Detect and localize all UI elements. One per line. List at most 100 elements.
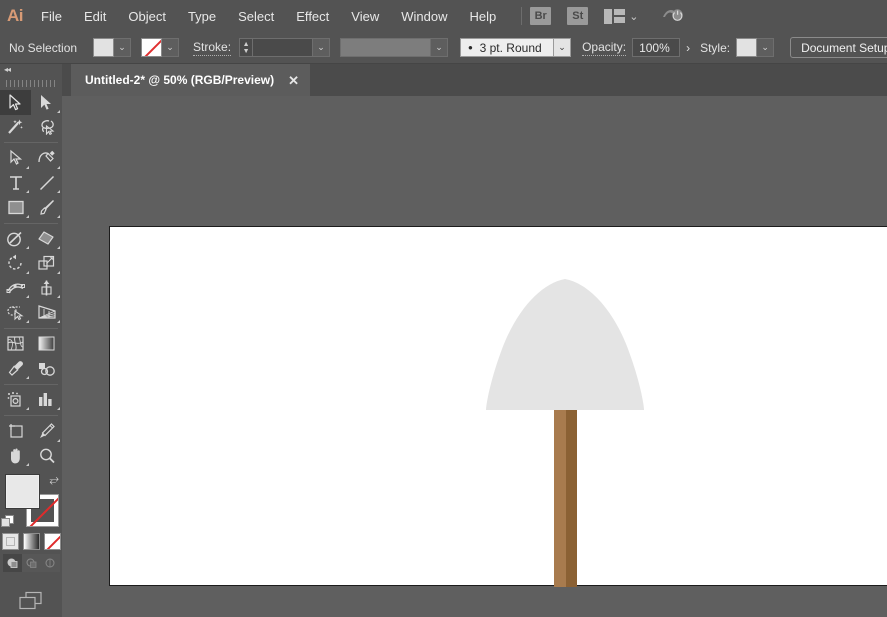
shovel-handle-dark[interactable] [566, 397, 577, 587]
brush-definition-value[interactable]: • 3 pt. Round [460, 38, 554, 57]
artboard-tool[interactable] [0, 419, 31, 444]
menu-view[interactable]: View [340, 0, 390, 32]
tool-row [0, 444, 62, 469]
artboard[interactable] [109, 226, 887, 586]
menu-edit[interactable]: Edit [73, 0, 117, 32]
shaper-tool[interactable] [0, 227, 31, 252]
menubar-divider [521, 7, 522, 25]
mesh-tool[interactable] [0, 332, 31, 357]
menu-file[interactable]: File [30, 0, 73, 32]
stroke-color-control[interactable]: ⌄ [141, 38, 179, 57]
width-profile-control[interactable]: ⌄ [340, 38, 448, 57]
lasso-tool[interactable] [31, 115, 62, 140]
menu-select[interactable]: Select [227, 0, 285, 32]
slice-tool[interactable] [31, 419, 62, 444]
graphic-style-control[interactable]: ⌄ [736, 38, 774, 57]
free-transform-tool[interactable] [31, 276, 62, 301]
swap-fill-stroke-icon[interactable]: ⥂ [49, 472, 59, 487]
symbol-sprayer-tool[interactable] [0, 388, 31, 413]
stroke-swatch-none-icon[interactable] [141, 38, 162, 57]
fill-swatch[interactable] [93, 38, 114, 57]
rectangle-tool[interactable] [0, 195, 31, 220]
stroke-weight-control[interactable]: ▲▼ ⌄ [239, 38, 330, 57]
width-profile-preview[interactable] [340, 38, 431, 57]
draw-normal-button[interactable] [3, 554, 22, 572]
shovel-handle-light[interactable] [554, 397, 566, 587]
opacity-input[interactable]: 100% [632, 38, 680, 57]
width-tool[interactable] [0, 276, 31, 301]
gradient-mode-button[interactable] [23, 533, 40, 550]
line-segment-tool[interactable] [31, 171, 62, 196]
document-tab[interactable]: Untitled-2* @ 50% (RGB/Preview) ✕ [71, 64, 310, 96]
color-mode-button[interactable] [2, 533, 19, 550]
stroke-dropdown-chevron-down-icon[interactable]: ⌄ [162, 38, 179, 57]
column-graph-tool[interactable] [31, 388, 62, 413]
none-mode-button[interactable] [44, 533, 61, 550]
blend-tool[interactable] [31, 356, 62, 381]
pen-tool[interactable] [0, 146, 31, 171]
shape-builder-tool[interactable] [0, 300, 31, 325]
rotate-tool[interactable] [0, 251, 31, 276]
menu-help[interactable]: Help [458, 0, 507, 32]
document-setup-button[interactable]: Document Setup [790, 37, 887, 58]
stroke-weight-chevron-down-icon[interactable]: ⌄ [313, 38, 330, 57]
tool-flyout-indicator-icon [57, 166, 60, 169]
tool-divider [0, 220, 62, 227]
app-logo-icon: Ai [0, 0, 30, 32]
chevron-down-icon[interactable]: ⌄ [629, 10, 638, 23]
menu-effect[interactable]: Effect [285, 0, 340, 32]
color-controls: ⥂ [0, 472, 62, 530]
zoom-tool[interactable] [31, 444, 62, 469]
creative-cloud-icon[interactable] [662, 6, 684, 27]
tool-row [0, 195, 62, 220]
stock-icon[interactable]: St [567, 7, 588, 25]
magic-wand-tool[interactable] [0, 115, 31, 140]
default-fill-stroke-icon[interactable] [1, 515, 14, 528]
fill-dropdown-chevron-down-icon[interactable]: ⌄ [114, 38, 131, 57]
eraser-tool[interactable] [31, 227, 62, 252]
graphic-style-chevron-down-icon[interactable]: ⌄ [757, 38, 774, 57]
brush-definition-chevron-down-icon[interactable]: ⌄ [554, 38, 571, 57]
gradient-tool[interactable] [31, 332, 62, 357]
selection-tool[interactable] [0, 90, 31, 115]
draw-inside-button[interactable] [41, 554, 60, 572]
tool-flyout-indicator-icon [57, 215, 60, 218]
direct-selection-tool[interactable] [31, 90, 62, 115]
opacity-control[interactable]: 100% › [632, 38, 696, 57]
menu-type[interactable]: Type [177, 0, 227, 32]
tool-flyout-indicator-icon [26, 320, 29, 323]
fill-color-swatch[interactable] [6, 475, 39, 508]
close-icon[interactable]: ✕ [288, 74, 299, 87]
draw-behind-button[interactable] [22, 554, 41, 572]
bridge-icon[interactable]: Br [530, 7, 551, 25]
graphic-style-swatch[interactable] [736, 38, 757, 57]
workspace-switcher-icon[interactable] [604, 9, 625, 24]
menu-bar: Ai File Edit Object Type Select Effect V… [0, 0, 887, 32]
brush-definition-control[interactable]: • 3 pt. Round ⌄ [460, 38, 571, 57]
hand-tool[interactable] [0, 444, 31, 469]
change-screen-mode-button[interactable] [16, 590, 46, 617]
stroke-weight-stepper[interactable]: ▲▼ [239, 38, 253, 57]
menu-window[interactable]: Window [390, 0, 458, 32]
stroke-weight-input[interactable] [253, 38, 313, 57]
shovel-artwork[interactable] [110, 227, 887, 587]
tool-row [0, 90, 62, 115]
paintbrush-tool[interactable] [31, 195, 62, 220]
curvature-tool[interactable] [31, 146, 62, 171]
perspective-grid-tool[interactable] [31, 300, 62, 325]
scale-tool[interactable] [31, 251, 62, 276]
width-profile-chevron-down-icon[interactable]: ⌄ [431, 38, 448, 57]
eyedropper-tool[interactable] [0, 356, 31, 381]
collapse-panel-icon[interactable]: ◂◂ [4, 65, 10, 74]
menu-object[interactable]: Object [117, 0, 177, 32]
fill-color-control[interactable]: ⌄ [93, 38, 131, 57]
tool-flyout-indicator-icon [26, 407, 29, 410]
selection-status-label: No Selection [9, 41, 77, 55]
tools-panel-grip[interactable] [0, 76, 62, 90]
type-tool[interactable] [0, 171, 31, 196]
opacity-more-options-icon[interactable]: › [680, 38, 696, 57]
canvas-area[interactable] [62, 96, 887, 617]
shovel-blade[interactable] [486, 279, 644, 410]
tool-flyout-indicator-icon [26, 215, 29, 218]
tool-flyout-indicator-icon [57, 110, 60, 113]
